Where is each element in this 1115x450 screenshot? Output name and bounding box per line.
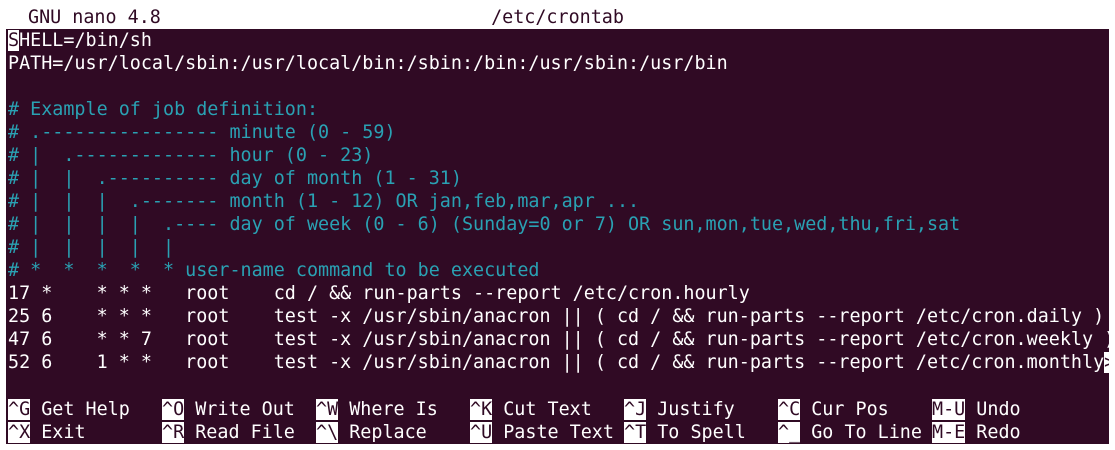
shortcut-justify[interactable]: ^J Justify (624, 398, 735, 421)
shortcut-cur-pos[interactable]: ^C Cur Pos (778, 398, 889, 421)
shortcut-key: M-U (932, 399, 966, 420)
text-cursor: S (8, 30, 20, 51)
editor-line[interactable]: PATH=/usr/local/sbin:/usr/local/bin:/sbi… (8, 52, 728, 75)
line-text: 25 6 * * * root test -x /usr/sbin/anacro… (8, 306, 1105, 327)
shortcut-replace[interactable]: ^\ Replace (316, 421, 427, 444)
shortcut-label: Where Is (349, 399, 438, 420)
shortcut-get-help[interactable]: ^G Get Help (8, 398, 130, 421)
shortcut-redo[interactable]: M-E Redo (932, 421, 1021, 444)
editor-line[interactable]: # | | | .------- month (1 - 12) OR jan,f… (8, 190, 639, 213)
shortcut-key: ^R (162, 422, 185, 443)
shortcut-key: ^X (8, 422, 31, 443)
shortcut-label: Exit (41, 422, 86, 443)
comment-text: # | | | | | (8, 237, 175, 258)
editor-line[interactable]: # | | .---------- day of month (1 - 31) (8, 167, 462, 190)
shortcut-label: Go To Line (811, 422, 922, 443)
shortcut-key: ^_ (778, 422, 801, 443)
line-text: PATH=/usr/local/sbin:/usr/local/bin:/sbi… (8, 53, 728, 74)
shortcut-label: Cur Pos (811, 399, 889, 420)
line-text: 47 6 * * 7 root test -x /usr/sbin/anacro… (8, 329, 1109, 350)
line-text: HELL=/bin/sh (19, 30, 152, 51)
file-name: /etc/crontab (491, 7, 624, 28)
editor-line[interactable]: # | .------------- hour (0 - 23) (8, 144, 373, 167)
editor-line[interactable]: 52 6 1 * * root test -x /usr/sbin/anacro… (8, 351, 1109, 374)
comment-text: # | | | .------- month (1 - 12) OR jan,f… (8, 191, 640, 212)
line-overflow-marker: > (1104, 352, 1109, 373)
shortcut-key: ^G (8, 399, 31, 420)
line-text: 17 * * * * root cd / && run-parts --repo… (8, 283, 750, 304)
shortcut-go-to-line[interactable]: ^_ Go To Line (778, 421, 922, 444)
shortcut-label: Undo (976, 399, 1021, 420)
shortcut-write-out[interactable]: ^O Write Out (162, 398, 295, 421)
shortcut-label: Cut Text (503, 399, 592, 420)
shortcut-read-file[interactable]: ^R Read File (162, 421, 295, 444)
comment-text: # .---------------- minute (0 - 59) (8, 122, 396, 143)
shortcut-key: ^O (162, 399, 185, 420)
shortcut-key: M-E (932, 422, 966, 443)
shortcut-label: Justify (657, 399, 735, 420)
comment-text: # * * * * * user-name command to be exec… (8, 260, 540, 281)
title-bar: GNU nano 4.8 /etc/crontab (6, 6, 1109, 29)
editor-line[interactable]: # Example of job definition: (8, 98, 318, 121)
shortcut-label: To Spell (657, 422, 746, 443)
comment-text: # | | | | .---- day of week (0 - 6) (Sun… (8, 214, 961, 235)
editor-line[interactable]: SHELL=/bin/sh (8, 29, 152, 52)
shortcut-key: ^\ (316, 422, 339, 443)
terminal-window[interactable]: GNU nano 4.8 /etc/crontab SHELL=/bin/sh … (6, 6, 1109, 444)
comment-text: # | | .---------- day of month (1 - 31) (8, 168, 462, 189)
editor-line[interactable]: # * * * * * user-name command to be exec… (8, 259, 539, 282)
shortcut-paste-text[interactable]: ^U Paste Text (470, 421, 614, 444)
shortcut-undo[interactable]: M-U Undo (932, 398, 1021, 421)
shortcut-label: Replace (349, 422, 427, 443)
shortcut-to-spell[interactable]: ^T To Spell (624, 421, 746, 444)
shortcut-key: ^U (470, 422, 493, 443)
shortcut-where-is[interactable]: ^W Where Is (316, 398, 438, 421)
editor-line[interactable]: # .---------------- minute (0 - 59) (8, 121, 396, 144)
shortcut-key: ^W (316, 399, 339, 420)
comment-text: # | .------------- hour (0 - 23) (8, 145, 374, 166)
shortcut-label: Get Help (41, 399, 130, 420)
shortcut-label: Write Out (195, 399, 295, 420)
line-text: 52 6 1 * * root test -x /usr/sbin/anacro… (8, 352, 1105, 373)
shortcut-exit[interactable]: ^X Exit (8, 421, 86, 444)
comment-text: # Example of job definition: (8, 99, 319, 120)
shortcut-label: Redo (976, 422, 1021, 443)
shortcut-key: ^K (470, 399, 493, 420)
shortcut-key: ^T (624, 422, 647, 443)
shortcut-label: Read File (195, 422, 295, 443)
editor-line[interactable]: 25 6 * * * root test -x /usr/sbin/anacro… (8, 305, 1104, 328)
editor-line[interactable]: 47 6 * * 7 root test -x /usr/sbin/anacro… (8, 328, 1109, 351)
editor-line[interactable]: # | | | | | (8, 236, 174, 259)
editor-line[interactable]: # | | | | .---- day of week (0 - 6) (Sun… (8, 213, 960, 236)
shortcut-key: ^J (624, 399, 647, 420)
shortcut-label: Paste Text (503, 422, 614, 443)
shortcut-cut-text[interactable]: ^K Cut Text (470, 398, 592, 421)
editor-line[interactable]: 17 * * * * root cd / && run-parts --repo… (8, 282, 750, 305)
shortcut-key: ^C (778, 399, 801, 420)
